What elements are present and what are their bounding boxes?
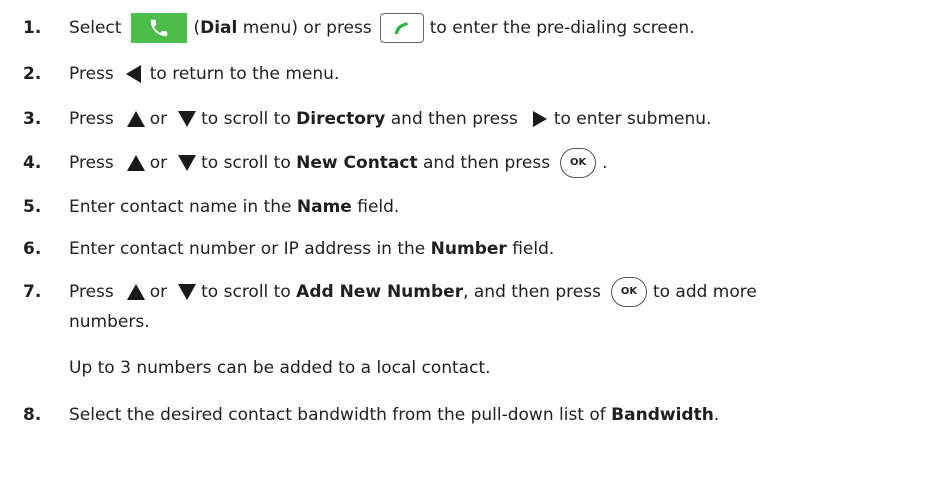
ok-key-icon: OK [610,277,647,307]
left-arrow-icon [124,64,142,84]
step-6: 6. Enter contact number or IP address in… [0,234,937,264]
step-text: or [149,282,168,302]
step-text: field. [357,197,400,217]
step-text: to return to the menu. [149,64,340,84]
up-arrow-icon [126,283,146,301]
step-number: 6. [23,239,42,259]
up-arrow-icon [126,110,146,128]
step-text: Press [69,153,114,173]
bandwidth-label: Bandwidth [611,405,714,425]
step-number: 1. [23,18,42,38]
right-arrow-icon [532,110,548,128]
step-text: to scroll to [201,282,291,302]
step-text: Enter contact name in the [69,197,292,217]
step-7-note: Up to 3 numbers can be added to a local … [69,358,491,378]
step-number: 5. [23,197,42,217]
step-text: Press [69,282,114,302]
step-text: . [602,153,608,173]
step-text: Select [69,18,122,38]
ok-key-icon: OK [560,148,597,178]
dial-menu-label: Dial [200,18,238,38]
step-text: , and then press [463,282,601,302]
instruction-document: 1. Select (Dial menu) or press to enter … [0,0,937,488]
new-contact-label: New Contact [296,153,418,173]
step-text: Press [69,64,114,84]
step-text: Press [69,109,114,129]
directory-label: Directory [296,109,386,129]
down-arrow-icon [177,283,197,301]
step-text: and then press [390,109,518,129]
down-arrow-icon [177,154,197,172]
add-new-number-label: Add New Number [296,282,464,302]
step-text: Select the desired contact bandwidth fro… [69,405,606,425]
step-text: to add more [652,282,757,302]
step-1: 1. Select (Dial menu) or press to enter … [0,13,937,43]
step-text: to scroll to [201,153,291,173]
phone-icon [131,13,188,43]
step-text: to enter submenu. [553,109,712,129]
number-field-label: Number [430,239,507,259]
step-text: ( [193,18,201,38]
step-2: 2. Press to return to the menu. [0,59,937,89]
handset-icon [379,13,424,43]
step-text: to scroll to [201,109,291,129]
step-number: 7. [23,282,42,302]
step-number: 2. [23,64,42,84]
step-number: 3. [23,109,42,129]
step-7: 7. Press or to scroll to Add New Number,… [0,277,937,307]
step-number: 4. [23,153,42,173]
step-number: 8. [23,405,42,425]
step-8: 8. Select the desired contact bandwidth … [0,400,937,430]
step-5: 5. Enter contact name in the Name field. [0,192,937,222]
up-arrow-icon [126,154,146,172]
step-text: or [149,109,168,129]
step-text: or [149,153,168,173]
step-text: to enter the pre-dialing screen. [429,18,695,38]
step-7-continuation: numbers. [69,312,150,332]
step-3: 3. Press or to scroll to Directory and t… [0,104,937,134]
step-text: . [713,405,720,425]
step-text: field. [512,239,555,259]
step-text: menu) or press [242,18,372,38]
step-text: and then press [423,153,551,173]
step-4: 4. Press or to scroll to New Contact and… [0,148,937,178]
name-field-label: Name [296,197,352,217]
down-arrow-icon [177,110,197,128]
step-text: Enter contact number or IP address in th… [69,239,426,259]
